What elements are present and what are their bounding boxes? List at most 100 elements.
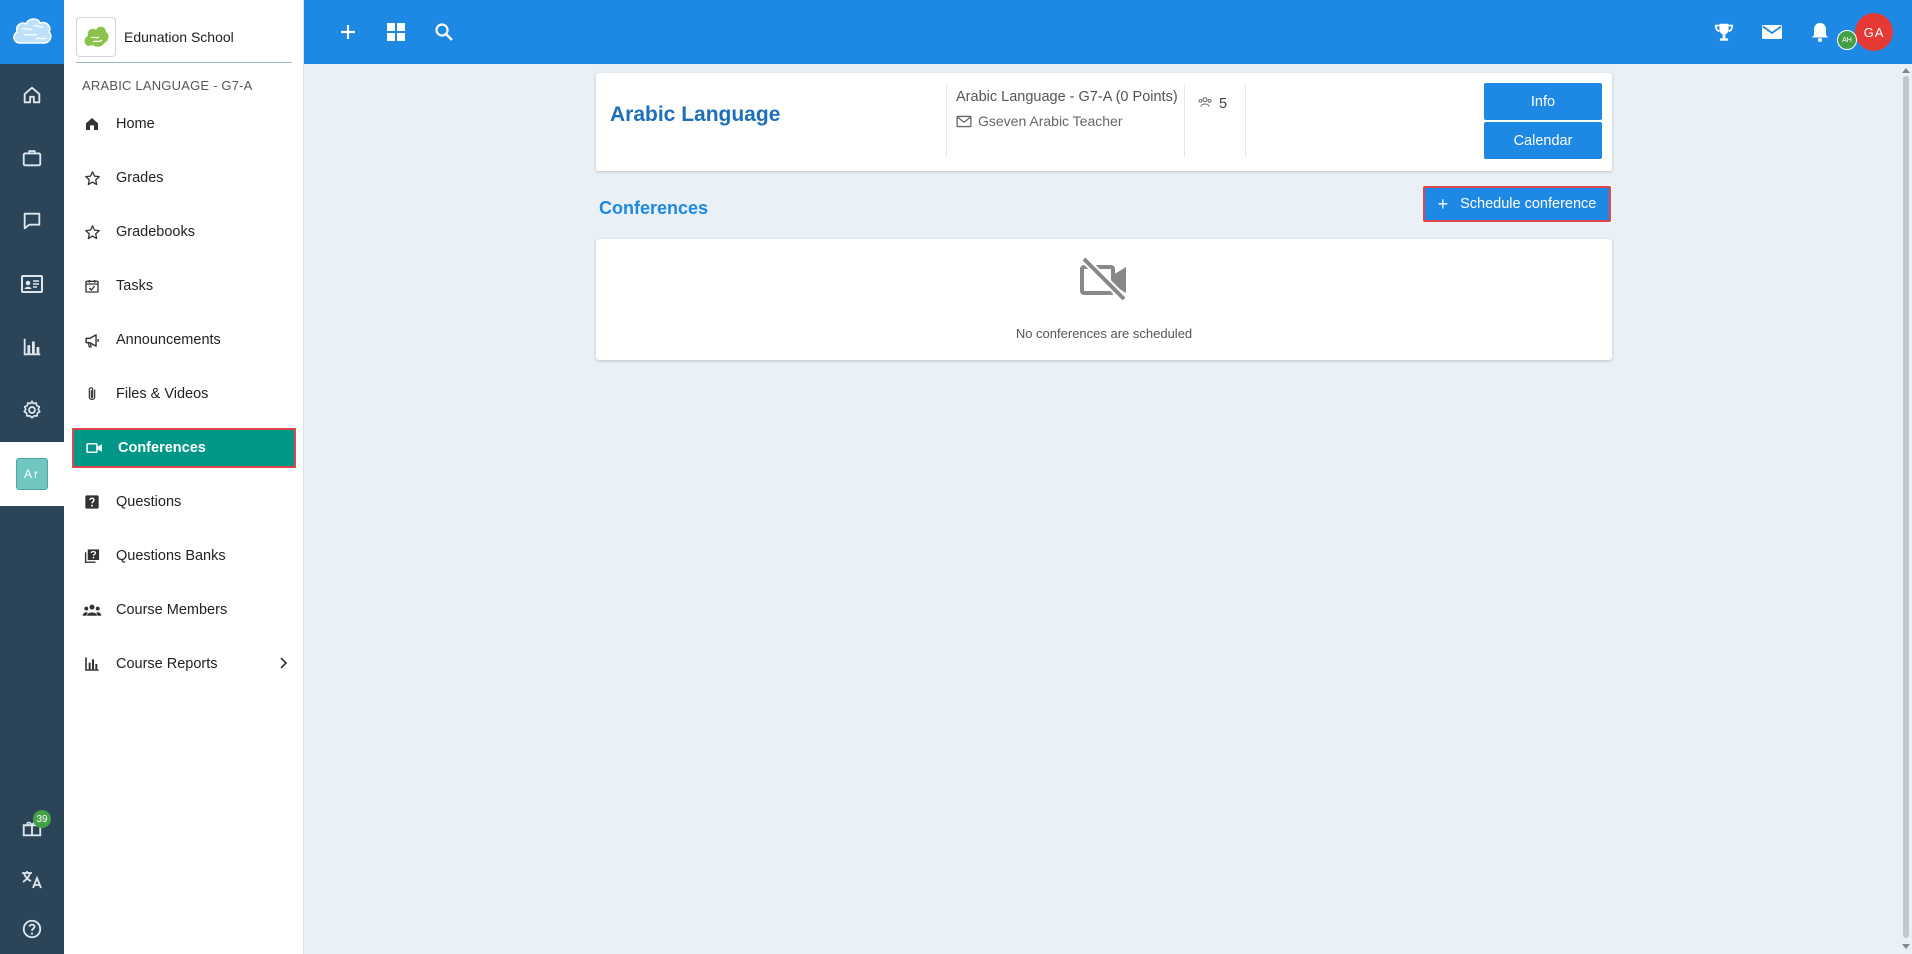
info-button[interactable]: Info: [1484, 83, 1602, 120]
rail-briefcase[interactable]: [0, 138, 64, 178]
scroll-up-icon: [1902, 68, 1910, 73]
video-off-icon: [1079, 256, 1129, 302]
trophy-icon: [1714, 23, 1734, 41]
chevron-right-icon: [278, 656, 288, 670]
sidebar-item-label: Questions Banks: [116, 548, 226, 564]
schedule-conference-button[interactable]: + Schedule conference: [1423, 186, 1611, 222]
sidebar-item-questions[interactable]: Questions: [72, 482, 296, 522]
calendar-check-icon: [82, 276, 102, 296]
chat-icon: [23, 212, 41, 230]
secondary-avatar[interactable]: AH: [1837, 30, 1857, 50]
bar-chart-icon: [23, 338, 41, 356]
sidebar-item-label: Course Reports: [116, 656, 218, 672]
sidebar-item-label: Files & Videos: [116, 386, 209, 402]
sidebar-item-gradebooks[interactable]: Gradebooks: [72, 212, 296, 252]
apps-button[interactable]: [384, 20, 408, 44]
bar-chart-icon: [82, 654, 102, 674]
scroll-down-icon: [1902, 944, 1910, 949]
course-meta: Arabic Language - G7-A (0 Points) Gseven…: [946, 85, 1184, 157]
rail-language[interactable]: [0, 859, 64, 899]
rail-course-avatar[interactable]: Ar: [16, 458, 48, 490]
gift-count-badge: 39: [33, 810, 51, 828]
course-points: Arabic Language - G7-A (0 Points): [956, 89, 1178, 105]
school-logo: [76, 17, 116, 57]
user-avatar[interactable]: GA: [1855, 13, 1893, 51]
members-count: 5: [1219, 96, 1228, 112]
schedule-conference-label: Schedule conference: [1460, 196, 1597, 212]
question-icon: [82, 492, 102, 512]
sidebar-item-announcements[interactable]: Announcements: [72, 320, 296, 360]
scrollbar-thumb[interactable]: [1903, 76, 1909, 938]
page-scrollbar[interactable]: [1900, 64, 1912, 954]
course-members-count[interactable]: 5: [1184, 85, 1246, 157]
home-outline-icon: [23, 86, 41, 104]
top-bar: [304, 0, 1912, 64]
question-bank-icon: [82, 546, 102, 566]
sidebar-item-label: Gradebooks: [116, 224, 195, 240]
mail-icon: [1762, 25, 1782, 39]
bell-icon: [1812, 23, 1828, 42]
app-rail: Ar 39: [0, 0, 64, 954]
home-icon: [82, 114, 102, 134]
translate-icon: [22, 871, 42, 889]
rail-home[interactable]: [0, 75, 64, 115]
sidebar-item-tasks[interactable]: Tasks: [72, 266, 296, 306]
sidebar-item-grades[interactable]: Grades: [72, 158, 296, 198]
star-icon: [82, 168, 102, 188]
rail-settings[interactable]: [0, 390, 64, 430]
people-icon: [1198, 97, 1212, 107]
video-icon: [84, 438, 104, 458]
rail-help[interactable]: [0, 909, 64, 949]
sidebar-item-label: Tasks: [116, 278, 154, 294]
rail-messages[interactable]: [0, 201, 64, 241]
briefcase-icon: [22, 150, 42, 167]
sidebar-item-label: Questions: [116, 494, 182, 510]
plus-icon: +: [1437, 193, 1449, 214]
sidebar-item-files[interactable]: Files & Videos: [72, 374, 296, 414]
sidebar-item-label: Home: [116, 116, 155, 132]
sidebar-item-conferences[interactable]: Conferences: [72, 428, 296, 468]
rail-gifts[interactable]: [0, 808, 64, 848]
school-name: Edunation School: [124, 29, 234, 45]
course-code: ARABIC LANGUAGE - G7-A: [82, 78, 253, 93]
app-logo[interactable]: [0, 0, 64, 64]
course-title[interactable]: Arabic Language: [610, 103, 780, 127]
search-icon: [435, 23, 453, 41]
star-icon: [82, 222, 102, 242]
header-divider: [76, 62, 292, 63]
course-sidebar: Edunation School ARABIC LANGUAGE - G7-A …: [64, 0, 304, 954]
achievements-button[interactable]: [1712, 20, 1736, 44]
add-button[interactable]: [336, 20, 360, 44]
teacher-name: Gseven Arabic Teacher: [978, 113, 1123, 129]
sidebar-item-questions-banks[interactable]: Questions Banks: [72, 536, 296, 576]
empty-state-text: No conferences are scheduled: [1015, 326, 1193, 341]
sidebar-item-label: Grades: [116, 170, 164, 186]
sidebar-item-course-members[interactable]: Course Members: [72, 590, 296, 630]
rail-id-card[interactable]: [0, 264, 64, 304]
mail-outline-icon: [956, 115, 972, 127]
people-icon: [82, 600, 102, 620]
grid-icon: [387, 23, 405, 41]
course-header-card: Arabic Language Arabic Language - G7-A (…: [596, 73, 1612, 171]
plus-icon: [341, 25, 355, 39]
calendar-button[interactable]: Calendar: [1484, 122, 1602, 159]
conferences-empty-state: No conferences are scheduled: [596, 239, 1612, 360]
id-card-icon: [21, 275, 43, 293]
school-logo-icon: [84, 26, 109, 47]
brain-cloud-icon: [13, 18, 52, 44]
notifications-button[interactable]: [1808, 20, 1832, 44]
sidebar-item-label: Announcements: [116, 332, 221, 348]
help-icon: [22, 919, 42, 939]
sidebar-item-label: Conferences: [118, 440, 206, 456]
conferences-title: Conferences: [599, 198, 709, 218]
mail-button[interactable]: [1760, 20, 1784, 44]
paperclip-icon: [82, 384, 102, 404]
megaphone-icon: [82, 330, 102, 350]
sidebar-item-course-reports[interactable]: Course Reports: [72, 644, 296, 684]
search-button[interactable]: [432, 20, 456, 44]
sidebar-item-label: Course Members: [116, 602, 228, 618]
course-teacher[interactable]: Gseven Arabic Teacher: [956, 113, 1184, 129]
rail-reports[interactable]: [0, 327, 64, 367]
sidebar-item-home[interactable]: Home: [72, 104, 296, 144]
gear-icon: [23, 400, 41, 419]
